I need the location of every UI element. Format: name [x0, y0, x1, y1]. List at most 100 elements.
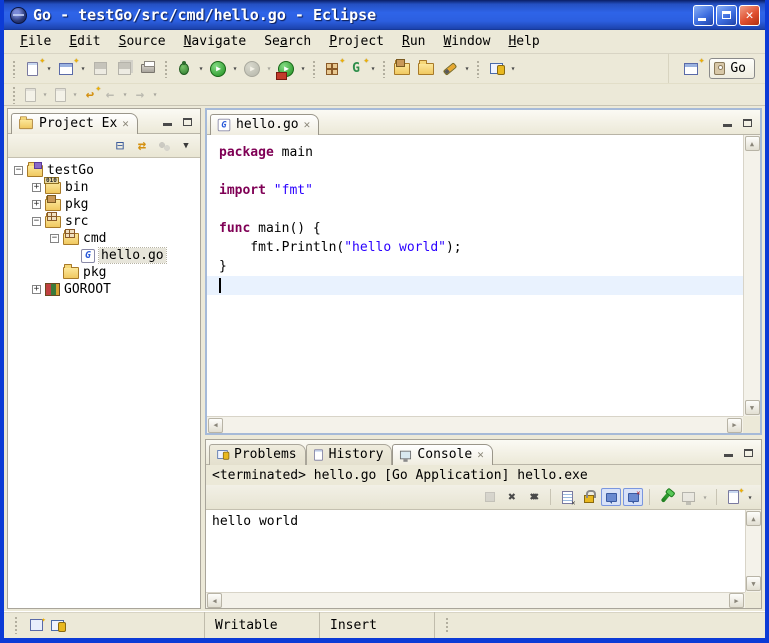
next-annotation-button[interactable] — [20, 86, 40, 104]
remove-all-launches-button[interactable]: ✖✖ — [524, 488, 544, 506]
remove-launch-button[interactable]: ✖ — [502, 488, 522, 506]
scroll-down-button[interactable]: ▼ — [745, 400, 760, 415]
expander-icon[interactable]: + — [32, 183, 41, 192]
save-all-button[interactable] — [112, 58, 136, 80]
save-button[interactable] — [88, 58, 112, 80]
show-stdout-button[interactable] — [601, 488, 621, 506]
minimize-editor-button[interactable] — [719, 115, 736, 130]
history-tab[interactable]: History — [306, 444, 393, 465]
open-console-dropdown[interactable]: ▾ — [745, 493, 755, 502]
menu-window[interactable]: Window — [435, 32, 498, 51]
display-console-dropdown[interactable]: ▾ — [700, 493, 710, 502]
new-go-file-button[interactable]: G — [344, 58, 368, 80]
scroll-left-button[interactable]: ◀ — [208, 418, 223, 433]
tree-item-src[interactable]: − src — [8, 213, 200, 230]
debug-button[interactable] — [172, 58, 196, 80]
run-dropdown[interactable]: ▾ — [230, 64, 240, 73]
scroll-right-button[interactable]: ▶ — [729, 593, 744, 608]
maximize-editor-button[interactable] — [739, 115, 756, 130]
expander-icon[interactable]: − — [14, 166, 23, 175]
menu-file[interactable]: File — [12, 32, 59, 51]
maximize-console-button[interactable] — [740, 445, 757, 460]
forward-button[interactable]: → — [130, 86, 150, 104]
profile-button[interactable]: ▶ — [240, 58, 264, 80]
expander-icon[interactable]: − — [32, 217, 41, 226]
menu-project[interactable]: Project — [321, 32, 392, 51]
last-edit-location-button[interactable]: ↩ — [80, 86, 100, 104]
console-shortcut-button[interactable] — [484, 58, 508, 80]
maximize-view-button[interactable] — [179, 114, 196, 129]
export-button[interactable] — [414, 58, 438, 80]
code-editor[interactable]: package main import "fmt" func main() { … — [207, 135, 743, 416]
toolbar-grip[interactable] — [12, 86, 16, 104]
console-horizontal-scrollbar[interactable]: ◀ ▶ — [206, 592, 745, 608]
project-explorer-close-icon[interactable]: ✕ — [122, 117, 129, 130]
view-menu-button[interactable]: ▼ — [176, 137, 196, 155]
close-button[interactable]: ✕ — [739, 5, 760, 26]
editor-vertical-scrollbar[interactable]: ▲ ▼ — [743, 135, 760, 416]
new-go-file-dropdown[interactable]: ▾ — [368, 64, 378, 73]
console-fastview-icon[interactable] — [51, 620, 64, 631]
back-button[interactable]: ← — [100, 86, 120, 104]
display-selected-console-button[interactable] — [678, 488, 698, 506]
scroll-up-button[interactable]: ▲ — [745, 136, 760, 151]
tree-item-testgo[interactable]: − testGo — [8, 162, 200, 179]
run-button[interactable]: ▶ — [206, 58, 230, 80]
new-go-package-button[interactable] — [320, 58, 344, 80]
menu-navigate[interactable]: Navigate — [176, 32, 255, 51]
profile-dropdown[interactable]: ▾ — [264, 64, 274, 73]
editor-tab-close-icon[interactable]: ✕ — [304, 118, 311, 131]
console-tab[interactable]: Console ✕ — [392, 444, 492, 465]
maximize-button[interactable] — [716, 5, 737, 26]
tree-item-bin[interactable]: + bin — [8, 179, 200, 196]
forward-dropdown[interactable]: ▾ — [150, 90, 160, 99]
editor-tab-hello-go[interactable]: G hello.go ✕ — [210, 114, 319, 135]
minimize-button[interactable] — [693, 5, 714, 26]
scroll-right-button[interactable]: ▶ — [727, 418, 742, 433]
menu-source[interactable]: Source — [111, 32, 174, 51]
tree-item-pkg-src[interactable]: pkg — [8, 264, 200, 281]
menu-search[interactable]: Search — [256, 32, 319, 51]
tree-item-hello-go[interactable]: G hello.go — [8, 247, 200, 264]
expander-icon[interactable]: − — [50, 234, 59, 243]
scroll-lock-button[interactable] — [579, 488, 599, 506]
go-perspective-button[interactable]: Go — [709, 58, 755, 79]
menu-help[interactable]: Help — [500, 32, 547, 51]
minimize-console-button[interactable] — [720, 445, 737, 460]
new-wizard-button[interactable] — [20, 58, 44, 80]
toolbar-grip[interactable] — [12, 60, 16, 78]
fast-view-icon[interactable] — [30, 619, 43, 631]
console-vertical-scrollbar[interactable]: ▲ ▼ — [745, 510, 761, 592]
toolbar-grip[interactable] — [476, 60, 480, 78]
project-explorer-tab[interactable]: Project Ex ✕ — [11, 113, 138, 134]
toolbar-grip[interactable] — [382, 60, 386, 78]
minimize-view-button[interactable] — [159, 114, 176, 129]
open-perspective-button[interactable] — [679, 58, 703, 80]
expander-icon[interactable]: + — [32, 285, 41, 294]
pin-console-button[interactable] — [656, 488, 676, 506]
next-annotation-dropdown[interactable]: ▾ — [40, 90, 50, 99]
tree-item-goroot[interactable]: + GOROOT — [8, 281, 200, 298]
external-tools-dropdown[interactable]: ▾ — [298, 64, 308, 73]
new-wizard-dropdown[interactable]: ▾ — [44, 64, 54, 73]
titlebar[interactable]: Go - testGo/src/cmd/hello.go - Eclipse ✕ — [4, 0, 765, 30]
new-project-button[interactable] — [54, 58, 78, 80]
console-shortcut-dropdown[interactable]: ▾ — [508, 64, 518, 73]
open-console-button[interactable] — [723, 488, 743, 506]
tree-item-pkg[interactable]: + pkg — [8, 196, 200, 213]
previous-annotation-dropdown[interactable]: ▾ — [70, 90, 80, 99]
console-output[interactable]: hello world — [206, 510, 745, 592]
clear-console-button[interactable] — [557, 488, 577, 506]
search-dropdown[interactable]: ▾ — [462, 64, 472, 73]
external-tools-button[interactable]: ▶ — [274, 58, 298, 80]
link-with-editor-button[interactable]: ⇄ — [132, 137, 152, 155]
scroll-left-button[interactable]: ◀ — [207, 593, 222, 608]
show-stderr-button[interactable] — [623, 488, 643, 506]
toolbar-grip[interactable] — [312, 60, 316, 78]
editor-horizontal-scrollbar[interactable]: ◀ ▶ — [207, 416, 743, 433]
statusbar-grip[interactable] — [14, 616, 18, 634]
statusbar-grip[interactable] — [445, 617, 449, 633]
collapse-all-button[interactable]: ⊟ — [110, 137, 130, 155]
filters-button[interactable] — [154, 137, 174, 155]
print-button[interactable] — [136, 58, 160, 80]
